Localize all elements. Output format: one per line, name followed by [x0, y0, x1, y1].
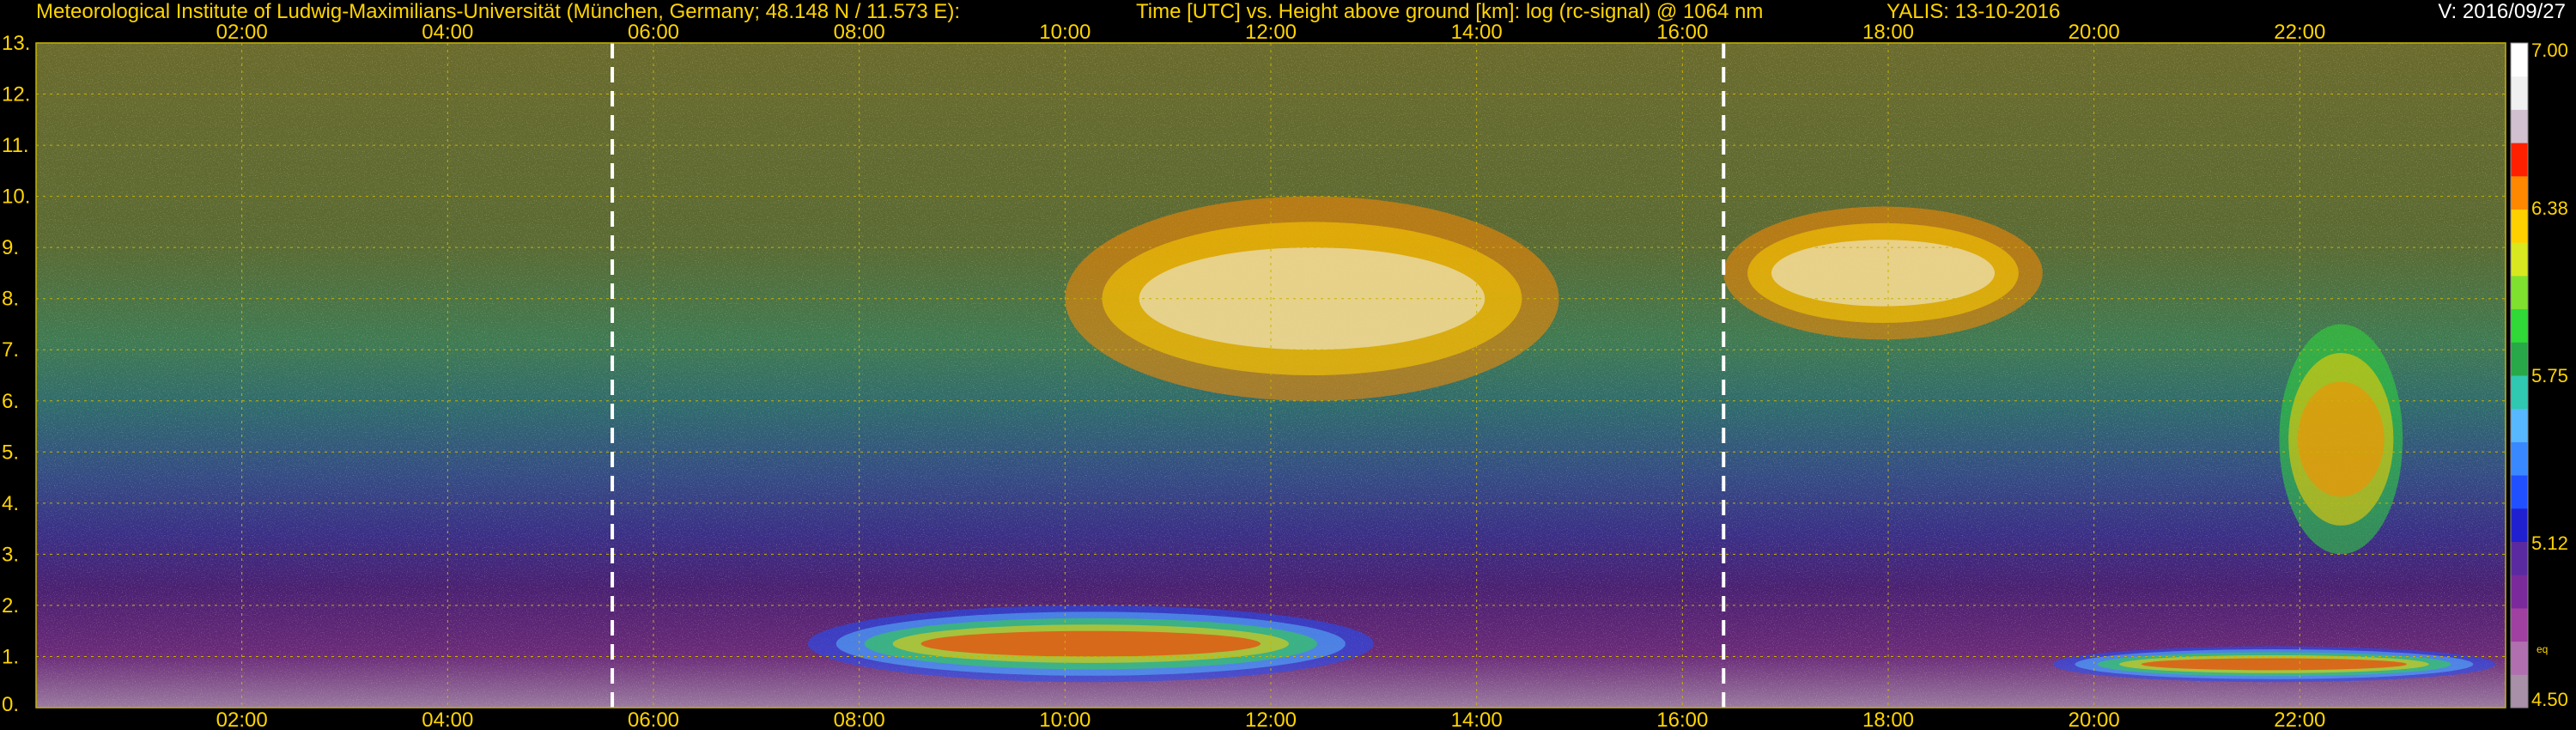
x-tick-label-top: 14:00 [1451, 21, 1503, 44]
x-tick-label-bottom: 04:00 [422, 709, 473, 730]
y-tick-label: 10. [2, 186, 30, 209]
x-tick-label-top: 08:00 [834, 21, 885, 44]
y-tick-label: 8. [2, 288, 19, 311]
x-tick-label-top: 20:00 [2069, 21, 2120, 44]
y-tick-label: 1. [2, 645, 19, 668]
colorbar-tick-label: 7.00 [2531, 40, 2568, 61]
y-tick-label: 0. [2, 693, 19, 716]
colorbar-segment [2511, 607, 2528, 642]
colorbar-segment [2511, 641, 2528, 675]
colorbar-segment [2511, 508, 2528, 542]
colorbar-tick-label: 4.50 [2531, 689, 2568, 710]
x-tick-label-top: 10:00 [1039, 21, 1091, 44]
y-tick-label: 13. [2, 32, 30, 55]
colorbar-segment [2511, 342, 2528, 376]
colorbar-segment [2511, 175, 2528, 210]
feature-cirrus-3 [1771, 240, 1996, 307]
x-tick-label-bottom: 06:00 [628, 709, 679, 730]
y-tick-label: 11. [2, 134, 29, 157]
plot-area [36, 43, 2506, 708]
colorbar-segment [2511, 375, 2528, 410]
colorbar-segment [2511, 408, 2528, 442]
x-tick-label-bottom: 08:00 [834, 709, 885, 730]
x-tick-label-top: 12:00 [1245, 21, 1297, 44]
lidar-quicklook-chart: 02:00 04:00 06:00 08:00 10:00 12:00 14:00 16:00… [2, 21, 2568, 730]
x-tick-label-bottom: 10:00 [1039, 709, 1091, 730]
y-tick-label: 4. [2, 492, 19, 515]
colorbar-tick-label: 6.38 [2531, 198, 2568, 219]
x-tick-label-bottom: 02:00 [216, 709, 268, 730]
colorbar-tick-label: 5.75 [2531, 365, 2568, 386]
x-tick-label-top: 02:00 [216, 21, 268, 44]
y-tick-label: 6. [2, 390, 19, 413]
x-tick-label-bottom: 20:00 [2069, 709, 2120, 730]
colorbar-segment [2511, 308, 2528, 343]
x-tick-label-bottom: 18:00 [1862, 709, 1914, 730]
y-tick-label: 3. [2, 543, 19, 566]
colorbar-segment [2511, 541, 2528, 575]
feature-cloud-4 [2297, 381, 2385, 497]
y-tick-label: 12. [2, 83, 30, 106]
colorbar-segment [2511, 143, 2528, 177]
colorbar-segment [2511, 674, 2528, 709]
y-tick-label: 7. [2, 338, 19, 362]
colorbar: 7.00 6.38 5.75 5.12 4.50 eq [2510, 40, 2568, 710]
x-tick-label-bottom: 22:00 [2274, 709, 2325, 730]
colorbar-segment [2511, 242, 2528, 277]
colorbar-tick-label: 5.12 [2531, 532, 2568, 554]
y-tick-labels: 0. 1. 2. 3. 4. 5. 6. 7. 8. 9. 10. 11. 12. 13. [2, 32, 30, 716]
x-tick-labels-bottom: 02:00 04:00 06:00 08:00 10:00 12:00 14:00 16:00… [216, 709, 2326, 730]
y-tick-label: 9. [2, 236, 19, 259]
x-tick-label-top: 22:00 [2274, 21, 2325, 44]
x-tick-label-top: 18:00 [1862, 21, 1914, 44]
colorbar-segment [2511, 475, 2528, 509]
colorbar-segment [2511, 43, 2528, 77]
x-tick-label-bottom: 14:00 [1451, 709, 1503, 730]
feature-boundary-layer-1 [2141, 658, 2407, 671]
y-tick-label: 5. [2, 441, 19, 464]
x-tick-label-top: 04:00 [422, 21, 473, 44]
colorbar-segment [2511, 441, 2528, 476]
colorbar-extra-label: eq [2537, 643, 2548, 655]
x-tick-label-top: 16:00 [1656, 21, 1708, 44]
x-tick-labels-top: 02:00 04:00 06:00 08:00 10:00 12:00 14:00 16:00… [216, 21, 2326, 44]
colorbar-segment [2511, 575, 2528, 609]
y-tick-label: 2. [2, 594, 19, 617]
x-tick-label-bottom: 12:00 [1245, 709, 1297, 730]
x-tick-label-top: 06:00 [628, 21, 679, 44]
colorbar-segment [2511, 209, 2528, 243]
colorbar-segment [2511, 275, 2528, 310]
feature-boundary-layer-0 [920, 630, 1261, 657]
colorbar-segment [2511, 76, 2528, 110]
x-tick-label-bottom: 16:00 [1656, 709, 1708, 730]
colorbar-segment [2511, 109, 2528, 143]
